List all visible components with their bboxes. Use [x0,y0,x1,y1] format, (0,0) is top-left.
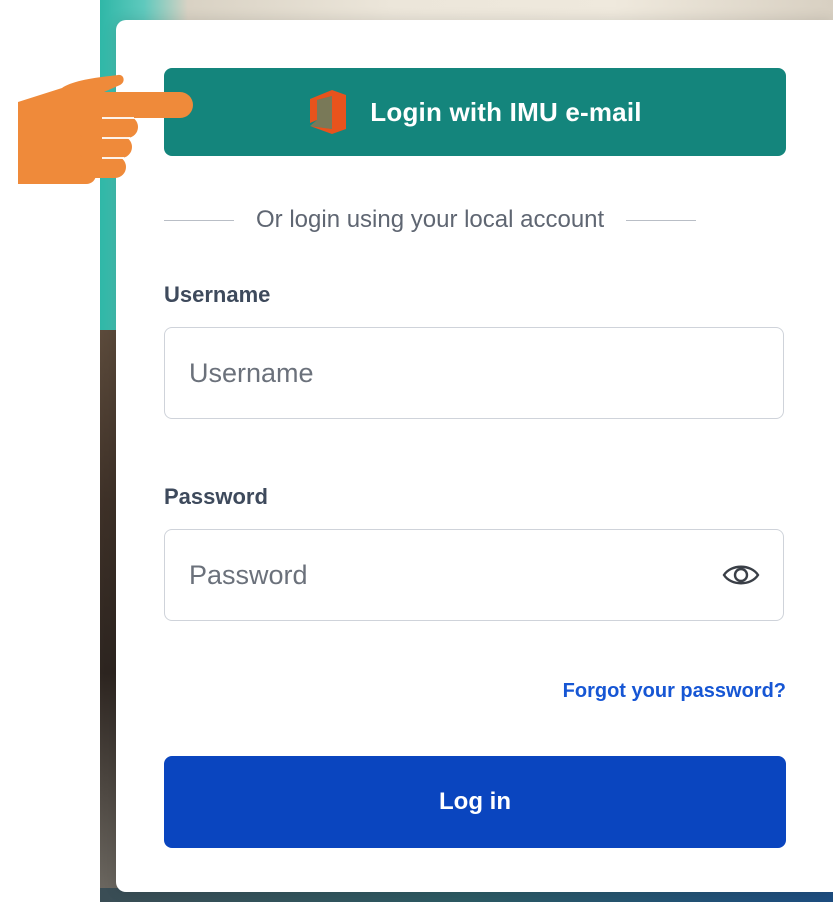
password-input[interactable] [187,530,731,621]
username-input[interactable] [187,328,731,419]
pointing-hand-icon [18,74,193,184]
username-field-wrapper [164,327,784,419]
divider-text: Or login using your local account [256,206,605,233]
login-card: Login with IMU e-mail Or login using you… [116,20,833,892]
office-icon [310,90,347,134]
forgot-password-link[interactable]: Forgot your password? [563,680,786,703]
log-in-button[interactable]: Log in [164,756,786,848]
login-screen: Login with IMU e-mail Or login using you… [0,0,833,902]
password-field-wrapper [164,529,784,621]
password-label: Password [164,484,268,509]
divider-line-right [626,219,697,221]
username-label: Username [164,282,271,307]
login-with-imu-email-button[interactable]: Login with IMU e-mail [164,68,786,156]
divider-line-left [164,219,234,221]
login-divider: Or login using your local account [164,200,786,240]
login-with-imu-email-label: Login with IMU e-mail [370,96,642,127]
eye-icon[interactable] [721,560,761,590]
